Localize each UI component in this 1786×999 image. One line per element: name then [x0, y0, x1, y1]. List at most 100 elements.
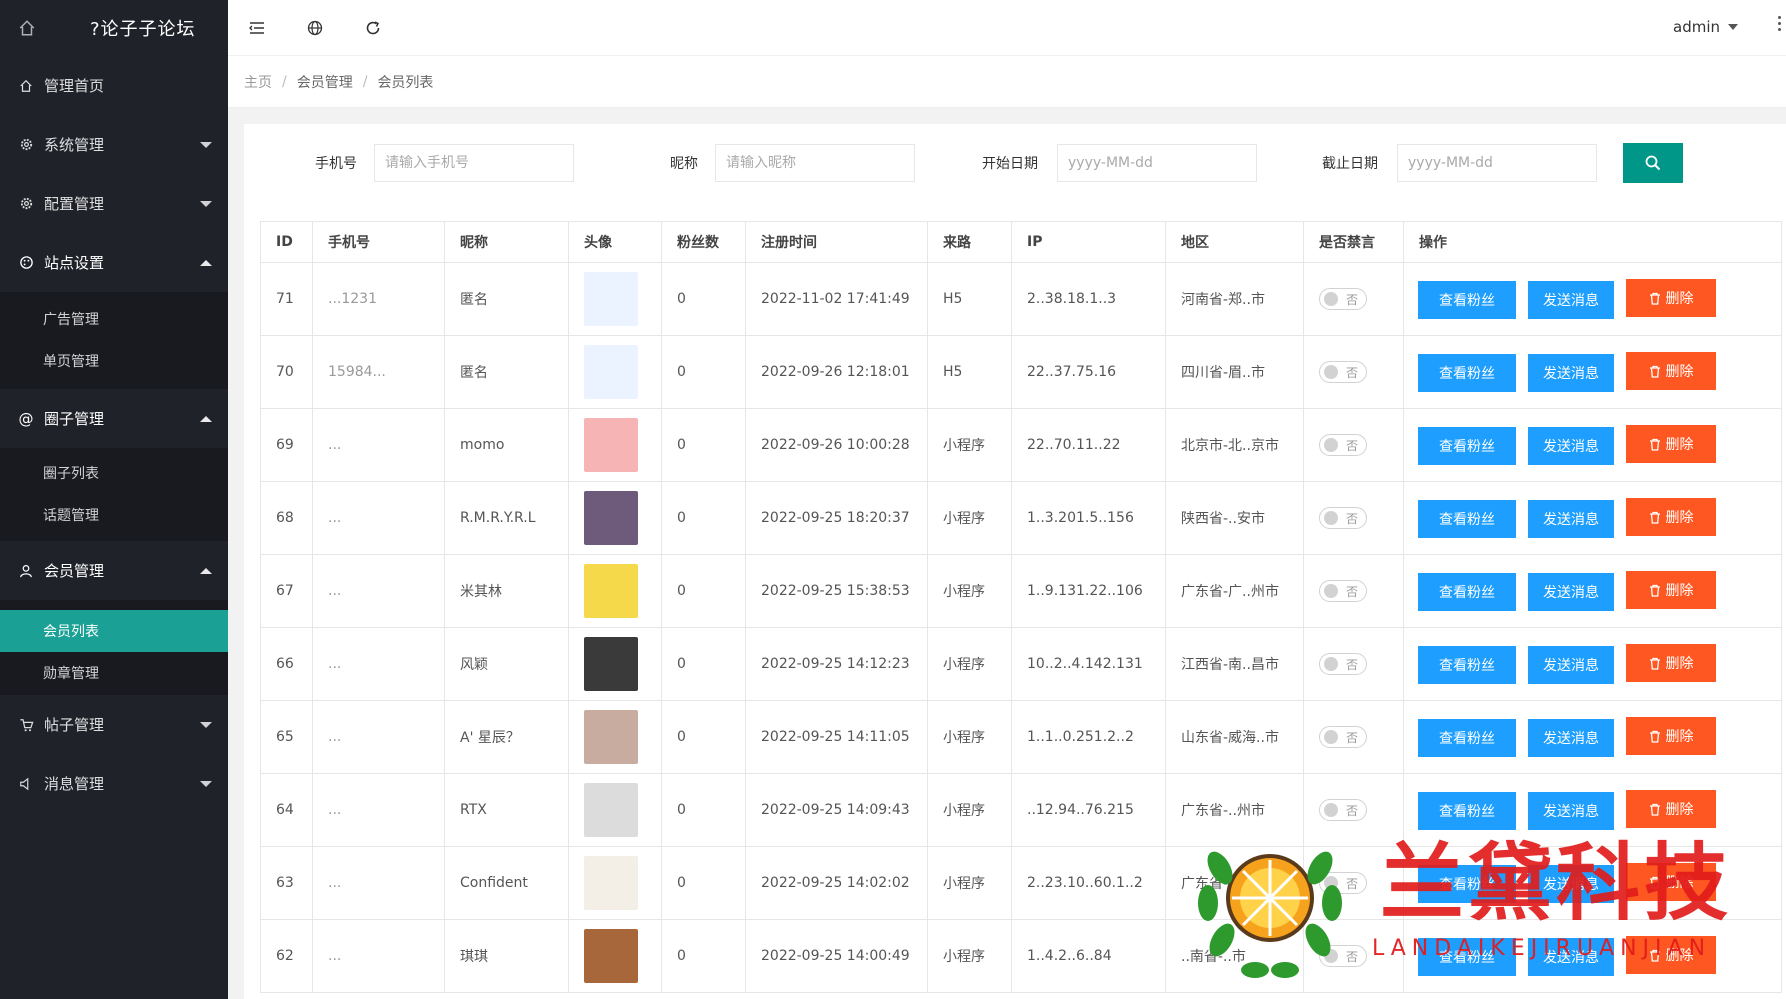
- mute-toggle[interactable]: 否: [1319, 434, 1367, 456]
- sub-item-pages[interactable]: 单页管理: [0, 340, 228, 382]
- breadcrumb-home[interactable]: 主页: [244, 72, 272, 92]
- mute-toggle[interactable]: 否: [1319, 872, 1367, 894]
- menu-item-members[interactable]: 会员管理: [0, 541, 228, 600]
- sub-item-ads[interactable]: 广告管理: [0, 298, 228, 340]
- send-message-button[interactable]: 发送消息: [1528, 426, 1614, 465]
- more-vertical-icon[interactable]: [1778, 16, 1782, 31]
- toggle-label: 否: [1346, 292, 1359, 307]
- toggle-label: 否: [1346, 584, 1359, 599]
- phone-input[interactable]: [374, 144, 574, 182]
- delete-button[interactable]: 删除: [1626, 790, 1716, 829]
- avatar[interactable]: [584, 272, 638, 326]
- cell-region: 江西省-南..昌市: [1165, 627, 1304, 701]
- view-fans-button[interactable]: 查看粉丝: [1418, 645, 1516, 684]
- mute-toggle[interactable]: 否: [1319, 653, 1367, 675]
- sub-item-medals[interactable]: 勋章管理: [0, 652, 228, 694]
- trash-icon: [1649, 803, 1660, 816]
- delete-button[interactable]: 删除: [1626, 936, 1716, 975]
- delete-button[interactable]: 删除: [1626, 498, 1716, 537]
- home-icon[interactable]: [18, 19, 36, 37]
- send-message-button[interactable]: 发送消息: [1528, 864, 1614, 903]
- cell-register-time: 2022-09-25 14:02:02: [745, 846, 928, 920]
- delete-button[interactable]: 删除: [1626, 644, 1716, 683]
- send-message-button[interactable]: 发送消息: [1528, 280, 1614, 319]
- delete-button[interactable]: 删除: [1626, 279, 1716, 318]
- cell-register-time: 2022-09-25 18:20:37: [745, 481, 928, 555]
- avatar[interactable]: [584, 345, 638, 399]
- send-message-button[interactable]: 发送消息: [1528, 791, 1614, 830]
- send-message-button[interactable]: 发送消息: [1528, 499, 1614, 538]
- view-fans-button[interactable]: 查看粉丝: [1418, 572, 1516, 611]
- cell-mute: 否: [1303, 919, 1404, 993]
- menu-item-messages[interactable]: 消息管理: [0, 754, 228, 813]
- view-fans-button[interactable]: 查看粉丝: [1418, 426, 1516, 465]
- avatar[interactable]: [584, 710, 638, 764]
- logo[interactable]: ?论子子论坛: [0, 0, 228, 56]
- cell-avatar: [568, 262, 662, 336]
- avatar[interactable]: [584, 418, 638, 472]
- cell-source: 小程序: [927, 700, 1012, 774]
- refresh-button[interactable]: [344, 0, 402, 56]
- delete-button[interactable]: 删除: [1626, 571, 1716, 610]
- delete-button[interactable]: 删除: [1626, 352, 1716, 391]
- send-message-button[interactable]: 发送消息: [1528, 353, 1614, 392]
- cell-ip: 1..3.201.5..156: [1011, 481, 1166, 555]
- cell-actions: 查看粉丝 发送消息 删除: [1403, 919, 1782, 993]
- mute-toggle[interactable]: 否: [1319, 288, 1367, 310]
- cell-nickname: 米其林: [444, 554, 569, 628]
- mute-toggle[interactable]: 否: [1319, 799, 1367, 821]
- cell-register-time: 2022-09-25 14:00:49: [745, 919, 928, 993]
- mute-toggle[interactable]: 否: [1319, 507, 1367, 529]
- avatar[interactable]: [584, 856, 638, 910]
- send-message-button[interactable]: 发送消息: [1528, 937, 1614, 976]
- mute-toggle[interactable]: 否: [1319, 361, 1367, 383]
- mute-toggle[interactable]: 否: [1319, 726, 1367, 748]
- view-fans-button[interactable]: 查看粉丝: [1418, 499, 1516, 538]
- view-fans-button[interactable]: 查看粉丝: [1418, 280, 1516, 319]
- avatar[interactable]: [584, 564, 638, 618]
- menu-item-site[interactable]: 站点设置: [0, 233, 228, 292]
- nickname-input[interactable]: [715, 144, 915, 182]
- menu-item-circle[interactable]: @ 圈子管理: [0, 389, 228, 448]
- menu-item-system[interactable]: 系统管理: [0, 115, 228, 174]
- view-fans-button[interactable]: 查看粉丝: [1418, 718, 1516, 757]
- avatar[interactable]: [584, 929, 638, 983]
- delete-button[interactable]: 删除: [1626, 425, 1716, 464]
- toggle-label: 否: [1346, 438, 1359, 453]
- delete-button[interactable]: 删除: [1626, 717, 1716, 756]
- view-fans-button[interactable]: 查看粉丝: [1418, 937, 1516, 976]
- view-fans-button[interactable]: 查看粉丝: [1418, 353, 1516, 392]
- mute-toggle[interactable]: 否: [1319, 580, 1367, 602]
- send-message-button[interactable]: 发送消息: [1528, 645, 1614, 684]
- sub-item-circle-list[interactable]: 圈子列表: [0, 452, 228, 494]
- send-message-button[interactable]: 发送消息: [1528, 718, 1614, 757]
- menu-item-posts[interactable]: 帖子管理: [0, 695, 228, 754]
- avatar[interactable]: [584, 491, 638, 545]
- sub-item-topics[interactable]: 话题管理: [0, 494, 228, 536]
- col-ip: IP: [1011, 221, 1166, 263]
- delete-button[interactable]: 删除: [1626, 863, 1716, 902]
- send-message-button[interactable]: 发送消息: [1528, 572, 1614, 611]
- avatar[interactable]: [584, 637, 638, 691]
- collapse-menu-button[interactable]: [228, 0, 286, 56]
- menu-item-config[interactable]: 配置管理: [0, 174, 228, 233]
- menu-item-dashboard[interactable]: 管理首页: [0, 56, 228, 115]
- view-fans-button[interactable]: 查看粉丝: [1418, 791, 1516, 830]
- cell-fans: 0: [661, 773, 746, 847]
- toggle-label: 否: [1346, 511, 1359, 526]
- sub-item-member-list[interactable]: 会员列表: [0, 610, 228, 652]
- view-fans-button[interactable]: 查看粉丝: [1418, 864, 1516, 903]
- mute-toggle[interactable]: 否: [1319, 945, 1367, 967]
- end-date-input[interactable]: [1397, 144, 1597, 182]
- cell-nickname: Confident: [444, 846, 569, 920]
- start-date-input[interactable]: [1057, 144, 1257, 182]
- delete-label: 删除: [1665, 364, 1694, 381]
- avatar[interactable]: [584, 783, 638, 837]
- col-id: ID: [260, 221, 313, 263]
- user-menu[interactable]: admin: [1673, 18, 1738, 36]
- table-row: 66 ... 风颖 0 2022-09-25 14:12:23 小程序 10..…: [260, 627, 1782, 701]
- search-button[interactable]: [1623, 143, 1683, 183]
- website-button[interactable]: [286, 0, 344, 56]
- breadcrumb-members[interactable]: 会员管理: [297, 72, 353, 92]
- cell-mute: 否: [1303, 773, 1404, 847]
